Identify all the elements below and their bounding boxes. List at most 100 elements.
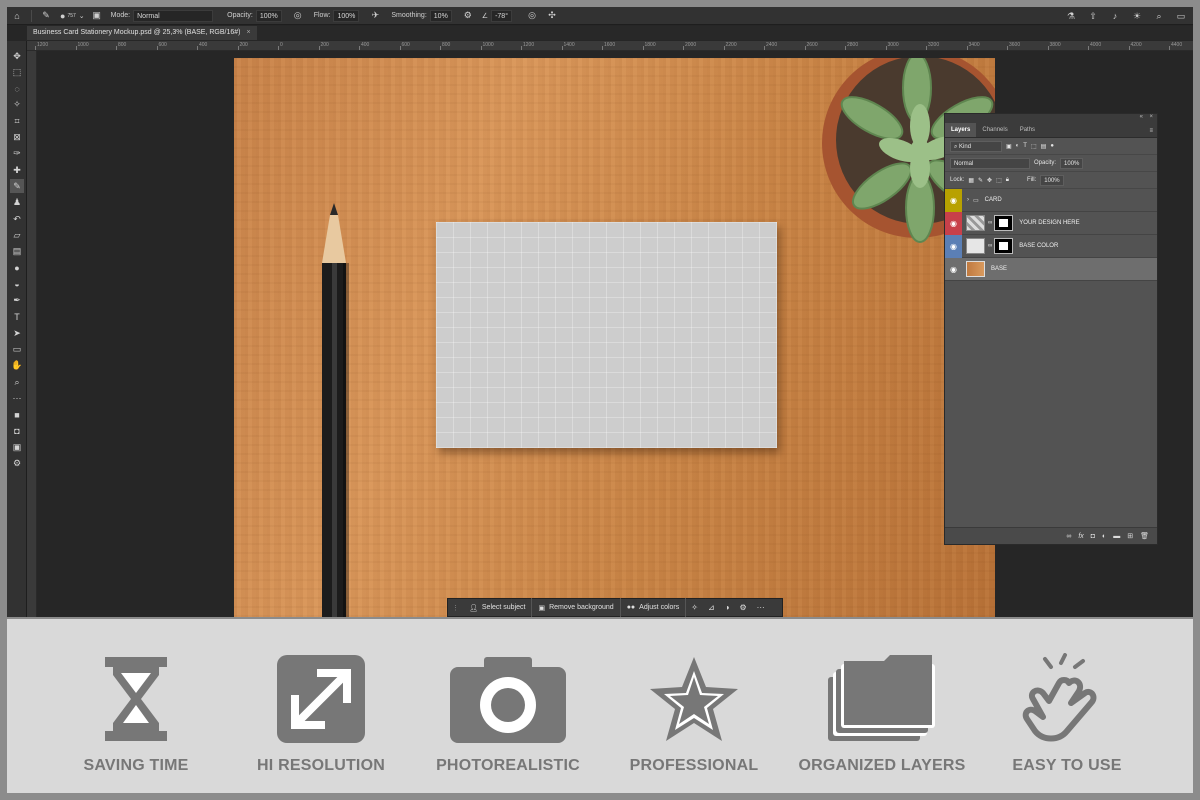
image-settings-icon[interactable]: ⚙ [735, 603, 752, 612]
dodge-tool-icon[interactable]: ◒ [10, 277, 24, 291]
fill-input[interactable]: 100% [1040, 174, 1064, 186]
adjustment-layer-icon[interactable]: ◐ [1102, 533, 1106, 540]
tab-paths[interactable]: Paths [1014, 123, 1041, 137]
mode-select[interactable]: Normal [133, 9, 214, 22]
close-icon[interactable]: × [1149, 114, 1153, 120]
transform-icon[interactable]: ⊿ [703, 603, 720, 612]
shape-tool-icon[interactable]: ▭ [10, 342, 24, 356]
filter-smart-icon[interactable]: ▤ [1041, 143, 1047, 150]
pen-tool-icon[interactable]: ✒ [10, 294, 24, 308]
tab-layers[interactable]: Layers [945, 123, 977, 137]
flow-input[interactable]: 100% [333, 9, 360, 22]
lock-position-icon[interactable]: ✥ [987, 177, 992, 184]
zoom-tool-icon[interactable]: ⌕ [10, 375, 24, 389]
close-icon[interactable]: × [246, 29, 250, 36]
remove-background-button[interactable]: ▣ Remove background [532, 598, 621, 617]
path-select-icon[interactable]: ➤ [10, 326, 24, 340]
layer-opacity-input[interactable]: 100% [1060, 157, 1084, 169]
lock-artboard-icon[interactable]: ⬚ [996, 177, 1002, 184]
bell-icon[interactable]: ♪ [1109, 10, 1121, 22]
brush-settings-icon[interactable]: ▣ [91, 10, 103, 22]
filter-pixel-icon[interactable]: ▣ [1006, 143, 1012, 150]
visibility-eye-icon[interactable]: ◉ [945, 211, 962, 235]
opacity-control: Opacity: 100% [227, 9, 282, 22]
search-icon[interactable]: ⌕ [1153, 10, 1165, 22]
new-group-icon[interactable]: ▬ [1113, 533, 1120, 540]
angle-input[interactable]: -78° [491, 9, 512, 22]
quick-select-icon[interactable]: ✧ [10, 98, 24, 112]
layer-row-card[interactable]: ◉ › ▭ CARD [945, 188, 1157, 212]
move-tool-icon[interactable]: ✥ [10, 49, 24, 63]
home-icon[interactable]: ⌂ [11, 10, 23, 22]
gradient-tool-icon[interactable]: ▤ [10, 245, 24, 259]
airbrush-icon[interactable]: ✈ [369, 10, 381, 22]
opacity-input[interactable]: 100% [255, 9, 282, 22]
options-right-icons: ⚗ ⇧ ♪ ☀ ⌕ ▭ [1065, 10, 1187, 22]
eyedropper-icon[interactable]: ✑ [10, 147, 24, 161]
screen-mode-icon[interactable]: ▣ [10, 440, 24, 454]
healing-brush-icon[interactable]: ✚ [10, 163, 24, 177]
quick-mask-icon[interactable]: ◘ [10, 424, 24, 438]
contrast-icon[interactable]: ◑ [720, 603, 735, 612]
brush-preset-picker[interactable]: ● 757 ⌄ [60, 11, 85, 21]
tab-channels[interactable]: Channels [976, 123, 1013, 137]
history-brush-icon[interactable]: ↶ [10, 212, 24, 226]
frame-tool-icon[interactable]: ⊠ [10, 131, 24, 145]
link-icon[interactable]: ∞ [988, 220, 992, 226]
lock-transparent-icon[interactable]: ▦ [968, 177, 974, 184]
filter-toggle-icon[interactable]: ● [1050, 143, 1054, 149]
magic-wand-icon[interactable]: ✧ [686, 603, 703, 612]
crop-tool-icon[interactable]: ⌗ [10, 114, 24, 128]
brush-tool-icon[interactable]: ✎ [10, 179, 24, 194]
blur-tool-icon[interactable]: ● [10, 261, 24, 275]
lock-all-icon[interactable]: 🔒︎ [1006, 177, 1009, 184]
filter-kind-select[interactable]: ⌕ Kind [950, 140, 1002, 152]
symmetry-icon[interactable]: ✣ [546, 10, 558, 22]
document-tab[interactable]: Business Card Stationery Mockup.psd @ 25… [27, 26, 257, 40]
filter-adjustment-icon[interactable]: ◐ [1016, 143, 1020, 149]
link-layers-icon[interactable]: ∞ [1066, 533, 1071, 540]
lock-pixels-icon[interactable]: ✎ [978, 177, 983, 184]
more-options-button[interactable]: ··· [752, 603, 770, 612]
visibility-eye-icon[interactable]: ◉ [945, 234, 962, 258]
select-subject-button[interactable]: 👤︎ Select subject [463, 598, 533, 617]
share-icon[interactable]: ⇧ [1087, 10, 1099, 22]
adjust-colors-button[interactable]: ●● Adjust colors [621, 598, 687, 617]
workspace-icon[interactable]: ▭ [1175, 10, 1187, 22]
blend-mode-select[interactable]: Normal [950, 157, 1030, 169]
layer-row-base-color[interactable]: ◉ ∞ BASE COLOR [945, 234, 1157, 258]
stamp-tool-icon[interactable]: ♟ [10, 196, 24, 210]
hand-tool-icon[interactable]: ✋ [10, 359, 24, 373]
color-swatch-icon[interactable]: ■ [10, 408, 24, 422]
layer-row-your-design-here[interactable]: ◉ ∞ YOUR DESIGN HERE [945, 211, 1157, 235]
more-tools-icon[interactable]: ··· [10, 391, 24, 405]
smoothing-input[interactable]: 10% [429, 9, 452, 22]
filter-shape-icon[interactable]: ⬚ [1031, 143, 1037, 150]
smart-object-thumbnail [966, 215, 985, 231]
fx-icon[interactable]: fx [1078, 533, 1083, 540]
link-icon[interactable]: ∞ [988, 243, 992, 249]
gear-icon[interactable]: ⚙ [462, 10, 474, 22]
type-tool-icon[interactable]: T [10, 310, 24, 324]
new-layer-icon[interactable]: ⊞ [1127, 532, 1133, 540]
expand-chevron-icon[interactable]: › [967, 197, 969, 203]
eraser-tool-icon[interactable]: ▱ [10, 228, 24, 242]
flask-icon[interactable]: ⚗ [1065, 10, 1077, 22]
edit-toolbar-icon[interactable]: ⚙ [10, 457, 24, 471]
pressure-opacity-icon[interactable]: ◎ [292, 10, 304, 22]
visibility-eye-icon[interactable]: ◉ [945, 258, 962, 281]
trash-icon[interactable]: 🗑︎ [1140, 532, 1149, 540]
add-mask-icon[interactable]: ◘ [1091, 533, 1095, 540]
visibility-eye-icon[interactable]: ◉ [945, 188, 962, 212]
brush-tool-icon[interactable]: ✎ [40, 10, 52, 22]
drag-handle-icon[interactable]: ⋮ [448, 604, 463, 612]
pressure-size-icon[interactable]: ◎ [526, 10, 538, 22]
layer-row-base[interactable]: ◉ BASE [945, 258, 1157, 281]
brightness-icon[interactable]: ☀ [1131, 10, 1143, 22]
panel-menu-icon[interactable]: ≡ [1149, 128, 1153, 134]
marquee-tool-icon[interactable]: ⬚ [10, 65, 24, 79]
filter-type-icon[interactable]: T [1023, 143, 1027, 149]
collapse-icon[interactable]: « [1140, 114, 1143, 120]
document-canvas[interactable] [234, 58, 995, 617]
lasso-tool-icon[interactable]: ◌ [10, 82, 24, 96]
